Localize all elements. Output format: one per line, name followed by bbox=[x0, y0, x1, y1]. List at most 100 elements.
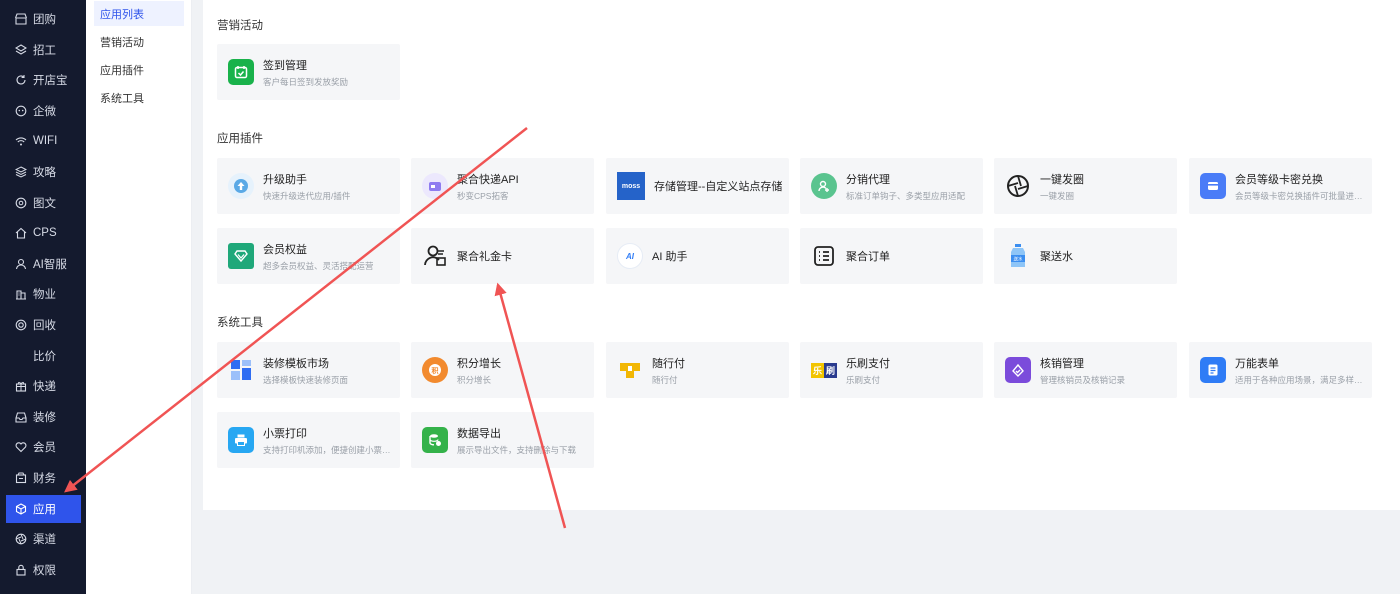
wechat-icon bbox=[14, 104, 27, 117]
app-card-name: 会员等级卡密兑换 bbox=[1235, 173, 1323, 186]
app-list-panel: 营销活动 应用插件 系统工具 签到管理 客户每日签到发放奖励 升级助手 快速升级迭代应… bbox=[203, 0, 1400, 510]
sidebar-item-9[interactable]: 物业 bbox=[6, 280, 81, 308]
app-card-name: 核销管理 bbox=[1040, 357, 1084, 370]
app-card-desc: 支持打印机添加，便捷创建小票模板 bbox=[263, 444, 397, 455]
shop-icon bbox=[14, 13, 27, 26]
printer-icon bbox=[228, 427, 254, 453]
calendar-check-icon bbox=[228, 59, 254, 85]
sidebar-item-12[interactable]: 快递 bbox=[6, 372, 81, 400]
app-card-desc: 标准订单钩子、多类型应用适配 bbox=[846, 190, 966, 201]
app-card-desc: 选择模板快速装修页面 bbox=[263, 374, 349, 385]
app-card-plugins-6[interactable]: 会员权益 超多会员权益、灵活搭配运营 bbox=[217, 228, 400, 284]
sidebar-item-14[interactable]: 会员 bbox=[6, 433, 81, 461]
sub-menu: 应用列表 营销活动 应用插件 系统工具 bbox=[86, 0, 192, 594]
app-card-name: 会员权益 bbox=[263, 243, 307, 256]
water-bottle-icon: 送水 bbox=[1005, 243, 1031, 269]
app-card-plugins-9[interactable]: 聚合订单 bbox=[800, 228, 983, 284]
app-card-name: 聚合礼金卡 bbox=[457, 251, 512, 263]
sidebar-item-16[interactable]: 应用 bbox=[6, 494, 81, 523]
submenu-item-0[interactable]: 应用列表 bbox=[94, 1, 184, 26]
sidebar-item-label: 会员 bbox=[33, 442, 56, 455]
sidebar-item-label: 财务 bbox=[33, 473, 56, 485]
app-card-name: 随行付 bbox=[652, 357, 685, 370]
app-card-name: 聚合快递API bbox=[457, 173, 519, 186]
app-card-plugins-2[interactable]: moss 存储管理--自定义站点存储 bbox=[606, 158, 789, 214]
app-card-name: 小票打印 bbox=[263, 427, 307, 440]
order-list-icon bbox=[811, 243, 837, 269]
app-card-name: 数据导出 bbox=[457, 427, 501, 440]
app-card-tools-2[interactable]: 随行付 随行付 bbox=[606, 342, 789, 398]
sidebar-item-8[interactable]: AI智服 bbox=[6, 250, 81, 278]
app-card-plugins-5[interactable]: 会员等级卡密兑换 会员等级卡密兑换插件可批量进行兑换 bbox=[1189, 158, 1372, 214]
app-card-name: 装修模板市场 bbox=[263, 357, 329, 370]
section-title-marketing: 营销活动 bbox=[217, 20, 263, 32]
template-grid-icon bbox=[228, 357, 254, 383]
app-card-name: 一键发圈 bbox=[1040, 173, 1084, 186]
app-card-name: 万能表单 bbox=[1235, 357, 1279, 370]
sidebar-item-label: CPS bbox=[33, 227, 57, 240]
pay-logo-icon bbox=[617, 357, 643, 383]
app-card-tools-1[interactable]: 积积分增长 积分增长 bbox=[411, 342, 594, 398]
app-card-tools-3[interactable]: 乐刷乐刷支付 乐刷支付 bbox=[800, 342, 983, 398]
sidebar-item-label: 开店宝 bbox=[33, 75, 68, 88]
app-card-desc: 随行付 bbox=[652, 374, 678, 385]
app-card-desc: 积分增长 bbox=[457, 374, 492, 385]
refresh-icon bbox=[14, 74, 27, 87]
sidebar-item-label: 快递 bbox=[33, 381, 56, 394]
sidebar-item-0[interactable]: 团购 bbox=[6, 5, 81, 33]
sidebar-item-11[interactable]: 比价 bbox=[6, 342, 81, 370]
app-card-plugins-7[interactable]: 聚合礼金卡 bbox=[411, 228, 594, 284]
points-icon: 积 bbox=[422, 357, 448, 383]
sidebar-item-18[interactable]: 权限 bbox=[6, 556, 81, 584]
app-card-name: 聚送水 bbox=[1040, 251, 1073, 263]
aperture-icon bbox=[14, 533, 27, 546]
app-card-plugins-4[interactable]: 一键发圈 一键发圈 bbox=[994, 158, 1177, 214]
sidebar-item-15[interactable]: 财务 bbox=[6, 464, 81, 492]
app-card-plugins-3[interactable]: 分销代理 标准订单钩子、多类型应用适配 bbox=[800, 158, 983, 214]
app-card-plugins-1[interactable]: 聚合快递API 秒变CPS拓客 bbox=[411, 158, 594, 214]
sidebar-item-13[interactable]: 装修 bbox=[6, 403, 81, 431]
verify-icon bbox=[1005, 357, 1031, 383]
app-card-tools-0[interactable]: 装修模板市场选择模板快速装修页面 bbox=[217, 342, 400, 398]
sidebar-item-2[interactable]: 开店宝 bbox=[6, 66, 81, 94]
app-card-desc: 秒变CPS拓客 bbox=[457, 190, 509, 201]
sidebar-item-4[interactable]: WIFI bbox=[6, 127, 81, 155]
form-icon bbox=[1200, 357, 1226, 383]
sidebar-item-label: 装修 bbox=[33, 411, 56, 424]
leshua-logo-icon: 乐刷 bbox=[810, 357, 838, 383]
gift-icon bbox=[14, 380, 27, 393]
sidebar-item-17[interactable]: 渠道 bbox=[6, 525, 81, 553]
app-card-plugins-10[interactable]: 送水 聚送水 bbox=[994, 228, 1177, 284]
app-card-desc: 快速升级迭代应用/插件 bbox=[263, 190, 351, 201]
sidebar-item-3[interactable]: 企微 bbox=[6, 97, 81, 125]
sidebar-item-label: 团购 bbox=[33, 14, 56, 26]
app-card-name: 积分增长 bbox=[457, 357, 501, 370]
gift-card-user-icon bbox=[422, 243, 448, 269]
aperture-icon bbox=[1005, 173, 1031, 199]
sidebar-item-6[interactable]: 图文 bbox=[6, 189, 81, 217]
sidebar-item-label: 权限 bbox=[33, 564, 56, 577]
svg-text:送水: 送水 bbox=[1014, 256, 1023, 263]
app-card-tools-5[interactable]: 万能表单 适用于各种应用场景，满足多样化需求 bbox=[1189, 342, 1372, 398]
section-title-plugins: 应用插件 bbox=[217, 133, 263, 145]
cube-icon bbox=[14, 502, 27, 515]
app-card-desc: 乐刷支付 bbox=[846, 374, 881, 385]
sidebar-item-1[interactable]: 招工 bbox=[6, 36, 81, 64]
wifi-icon bbox=[14, 135, 27, 148]
main-sidebar: 团购招工开店宝企微 WIFI 攻略图文 CPS AI智服 物业回收比价快递装修会员财务应用… bbox=[0, 0, 86, 594]
app-card-tools-7[interactable]: 数据导出 展示导出文件，支持删除与下载 bbox=[411, 412, 594, 468]
sidebar-item-5[interactable]: 攻略 bbox=[6, 158, 81, 186]
sidebar-item-7[interactable]: CPS bbox=[6, 219, 81, 247]
app-card-tools-4[interactable]: 核销管理 管理核销员及核销记录 bbox=[994, 342, 1177, 398]
sidebar-item-10[interactable]: 回收 bbox=[6, 311, 81, 339]
distribution-icon bbox=[811, 173, 837, 199]
sidebar-item-label: 比价 bbox=[33, 350, 56, 363]
building-icon bbox=[14, 288, 27, 301]
app-card-tools-6[interactable]: 小票打印支持打印机添加，便捷创建小票模板 bbox=[217, 412, 400, 468]
app-card-plugins-8[interactable]: AI AI 助手 bbox=[606, 228, 789, 284]
app-card-marketing-0[interactable]: 签到管理 客户每日签到发放奖励 bbox=[217, 44, 400, 100]
recycle-icon bbox=[14, 319, 27, 332]
app-card-plugins-0[interactable]: 升级助手 快速升级迭代应用/插件 bbox=[217, 158, 400, 214]
sidebar-item-label: 应用 bbox=[33, 503, 56, 516]
ai-assistant-icon: AI bbox=[617, 243, 643, 269]
